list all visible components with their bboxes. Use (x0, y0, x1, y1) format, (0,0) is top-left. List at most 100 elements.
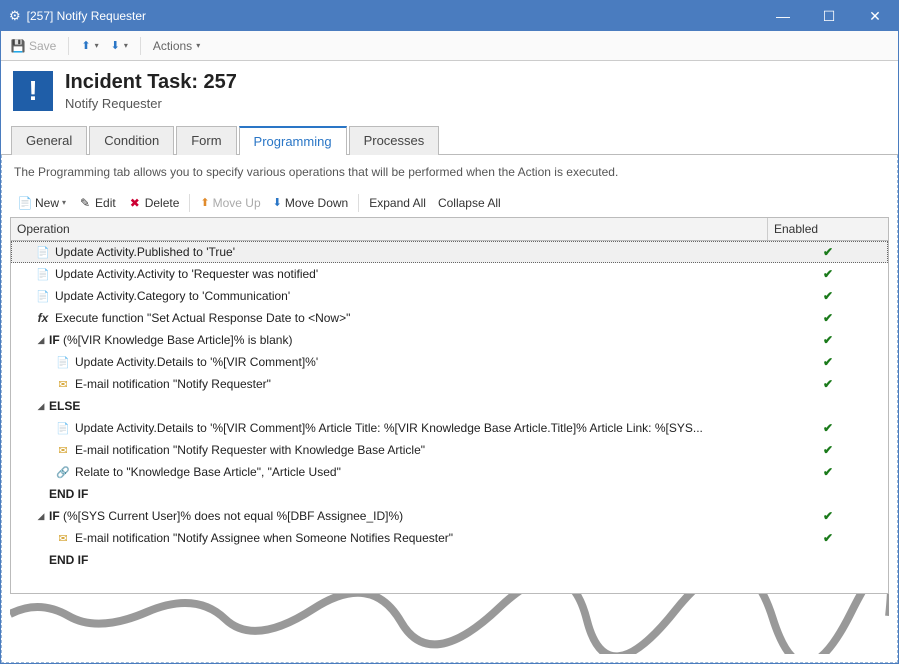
prev-button[interactable]: ⬆▾ (77, 37, 102, 54)
enabled-cell: ✔ (768, 311, 888, 325)
expand-all-button[interactable]: Expand All (365, 194, 430, 212)
new-icon: 📄 (18, 196, 32, 210)
tab-content: The Programming tab allows you to specif… (1, 155, 898, 663)
operation-text: Update Activity.Category to 'Communicati… (55, 289, 290, 303)
operation-cell: ◢IF (%[SYS Current User]% does not equal… (11, 509, 768, 523)
operation-text: Update Activity.Activity to 'Requester w… (55, 267, 318, 281)
operation-row[interactable]: fxExecute function "Set Actual Response … (11, 307, 888, 329)
delete-icon: ✖ (128, 196, 142, 210)
enabled-cell: ✔ (768, 531, 888, 545)
delete-button[interactable]: ✖Delete (124, 194, 184, 212)
move-up-button[interactable]: ⬆Move Up (196, 194, 264, 212)
operation-text: Execute function "Set Actual Response Da… (55, 311, 350, 325)
enabled-cell: ✔ (768, 465, 888, 479)
enabled-cell: ✔ (768, 377, 888, 391)
operation-row[interactable]: END IF (11, 549, 888, 571)
minimize-button[interactable]: — (760, 1, 806, 31)
operation-cell: fxExecute function "Set Actual Response … (11, 310, 768, 326)
enabled-cell: ✔ (768, 509, 888, 523)
operation-text: Update Activity.Details to '%[VIR Commen… (75, 355, 318, 369)
enabled-cell: ✔ (768, 289, 888, 303)
expander-icon[interactable]: ◢ (35, 335, 47, 346)
expander-icon[interactable]: ◢ (35, 511, 47, 522)
operation-cell: 🔗Relate to "Knowledge Base Article", "Ar… (11, 464, 768, 480)
operation-cell: 📄Update Activity.Category to 'Communicat… (11, 288, 768, 304)
operation-cell: ◢IF (%[VIR Knowledge Base Article]% is b… (11, 333, 768, 347)
close-button[interactable]: ✕ (852, 1, 898, 31)
col-operation[interactable]: Operation (11, 218, 768, 240)
collapse-all-button[interactable]: Collapse All (434, 194, 505, 212)
operation-row[interactable]: ✉E-mail notification "Notify Requester"✔ (11, 373, 888, 395)
operation-row[interactable]: 📄 Update Activity.Activity to 'Requester … (11, 263, 888, 285)
tab-form[interactable]: Form (176, 126, 236, 155)
next-button[interactable]: ⬇▾ (107, 37, 132, 54)
save-icon: 💾 (11, 39, 25, 53)
operation-cell: ✉E-mail notification "Notify Requester w… (11, 442, 768, 458)
operation-row[interactable]: ✉ E-mail notification "Notify Assignee wh… (11, 527, 888, 549)
window-title: [257] Notify Requester (27, 9, 760, 23)
operation-row[interactable]: 📄Update Activity.Details to '%[VIR Comme… (11, 417, 888, 439)
page-subtitle: Notify Requester (65, 96, 237, 111)
separator (68, 37, 69, 55)
separator (140, 37, 141, 55)
relate-icon: 🔗 (55, 464, 71, 480)
operation-row[interactable]: ◢IF (%[VIR Knowledge Base Article]% is b… (11, 329, 888, 351)
edit-button[interactable]: ✎Edit (74, 194, 120, 212)
update-icon: 📄 (35, 266, 51, 282)
operation-row[interactable]: END IF (11, 483, 888, 505)
tab-condition[interactable]: Condition (89, 126, 174, 155)
description-text: The Programming tab allows you to specif… (10, 163, 889, 189)
operation-row[interactable]: ◢ELSE (11, 395, 888, 417)
move-down-button[interactable]: ⬇Move Down (269, 194, 353, 212)
window-controls: — ☐ ✕ (760, 1, 898, 31)
actions-menu[interactable]: Actions ▾ (149, 37, 204, 55)
window: ⚙ [257] Notify Requester — ☐ ✕ 💾 Save ⬆▾… (0, 0, 899, 664)
operation-row[interactable]: 📄Update Activity.Published to 'True'✔ (11, 241, 888, 263)
page-title: Incident Task: 257 (65, 71, 237, 94)
separator (189, 194, 190, 212)
mail-icon: ✉ (55, 376, 71, 392)
operation-text: END IF (49, 553, 88, 567)
operation-cell: 📄Update Activity.Details to '%[VIR Comme… (11, 420, 768, 436)
operation-text: IF (%[SYS Current User]% does not equal … (49, 509, 403, 523)
header-titles: Incident Task: 257 Notify Requester (65, 71, 237, 111)
mail-icon: ✉ (55, 530, 71, 546)
operation-row[interactable]: 📄Update Activity.Category to 'Communicat… (11, 285, 888, 307)
mail-icon: ✉ (55, 442, 71, 458)
tabs: General Condition Form Programming Proce… (1, 125, 898, 155)
header: ! Incident Task: 257 Notify Requester (1, 61, 898, 125)
torn-edge (10, 594, 889, 654)
titlebar[interactable]: ⚙ [257] Notify Requester — ☐ ✕ (1, 1, 898, 31)
task-icon: ! (13, 71, 53, 111)
arrow-up-icon: ⬆ (81, 39, 90, 52)
tab-programming[interactable]: Programming (239, 126, 347, 155)
tab-processes[interactable]: Processes (349, 126, 440, 155)
operations-toolbar: 📄New▾ ✎Edit ✖Delete ⬆Move Up ⬇Move Down … (10, 189, 889, 217)
operation-row[interactable]: 🔗Relate to "Knowledge Base Article", "Ar… (11, 461, 888, 483)
operation-cell: ◢ELSE (11, 399, 768, 413)
gear-icon: ⚙ (9, 8, 21, 24)
save-button[interactable]: 💾 Save (7, 37, 60, 55)
operation-row[interactable]: 📄Update Activity.Details to '%[VIR Comme… (11, 351, 888, 373)
operation-cell: 📄 Update Activity.Activity to 'Requester … (11, 266, 768, 282)
new-button[interactable]: 📄New▾ (14, 194, 70, 212)
caret-icon: ▾ (62, 198, 66, 207)
enabled-cell: ✔ (768, 443, 888, 457)
operation-cell: 📄 Update Activity.Published to 'True' (11, 244, 768, 260)
tab-general[interactable]: General (11, 126, 87, 155)
operation-row[interactable]: ◢IF (%[SYS Current User]% does not equal… (11, 505, 888, 527)
operation-cell: END IF (11, 487, 768, 501)
update-icon: 📄 (35, 244, 51, 260)
col-enabled[interactable]: Enabled (768, 218, 888, 240)
enabled-cell: ✔ (768, 355, 888, 369)
operation-row[interactable]: ✉E-mail notification "Notify Requester w… (11, 439, 888, 461)
operation-text: END IF (49, 487, 88, 501)
grid-body: 📄Update Activity.Published to 'True'✔📄Up… (10, 241, 889, 594)
maximize-button[interactable]: ☐ (806, 1, 852, 31)
operation-cell: ✉ E-mail notification "Notify Assignee wh… (11, 530, 768, 546)
operation-text: E-mail notification "Notify Assignee whe… (75, 531, 453, 545)
expander-icon[interactable]: ◢ (35, 401, 47, 412)
operation-text: Update Activity.Published to 'True' (55, 245, 235, 259)
operation-cell: ✉E-mail notification "Notify Requester" (11, 376, 768, 392)
operation-text: ELSE (49, 399, 80, 413)
